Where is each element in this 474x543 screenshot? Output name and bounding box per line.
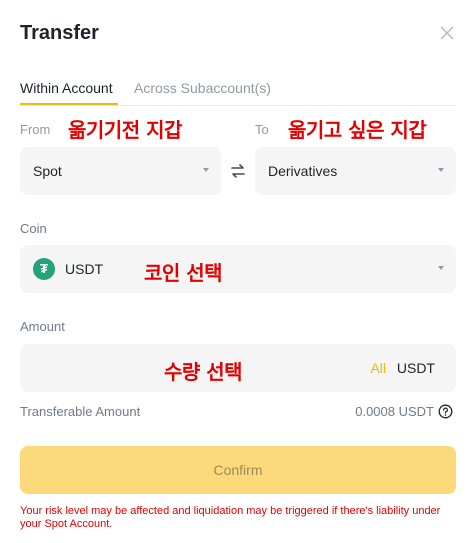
coin-label: Coin [20,221,47,236]
coin-select[interactable]: ₮ USDT 코인 선택 [20,245,456,293]
from-wallet-value: Spot [33,163,62,179]
chevron-down-icon [438,266,444,270]
all-button[interactable]: All [370,360,386,376]
from-wallet-select[interactable]: Spot [20,147,221,195]
amount-unit: USDT [396,360,435,376]
dialog-title: Transfer [20,22,99,44]
chevron-down-icon [438,168,444,172]
active-tab-indicator [20,103,118,105]
amount-input[interactable]: 수량 선택 All USDT [20,344,456,392]
transferable-label: Transferable Amount [20,404,141,419]
close-icon[interactable] [440,26,454,40]
tab-within-account[interactable]: Within Account [20,80,113,96]
to-wallet-select[interactable]: Derivatives [255,147,456,195]
risk-warning: Your risk level may be affected and liqu… [20,505,441,530]
amount-label: Amount [20,319,65,334]
to-annotation: 옮기고 싶은 지갑 [288,118,427,142]
transferable-value: 0.0008 USDT [355,404,434,419]
from-annotation: 옮기기전 지갑 [68,118,182,142]
from-label: From [20,122,51,137]
to-label: To [255,122,269,137]
coin-value: USDT [65,261,104,277]
swap-icon[interactable] [227,160,249,182]
help-icon[interactable] [438,404,453,419]
amount-annotation: 수량 선택 [164,360,243,384]
chevron-down-icon [203,168,209,172]
tab-across-subaccounts[interactable]: Across Subaccount(s) [134,80,271,96]
transfer-tabs: Within Account Across Subaccount(s) [20,78,456,106]
confirm-button[interactable]: Confirm [20,446,456,494]
to-wallet-value: Derivatives [268,163,338,179]
coin-annotation: 코인 선택 [144,261,223,285]
tether-icon: ₮ [33,258,55,280]
